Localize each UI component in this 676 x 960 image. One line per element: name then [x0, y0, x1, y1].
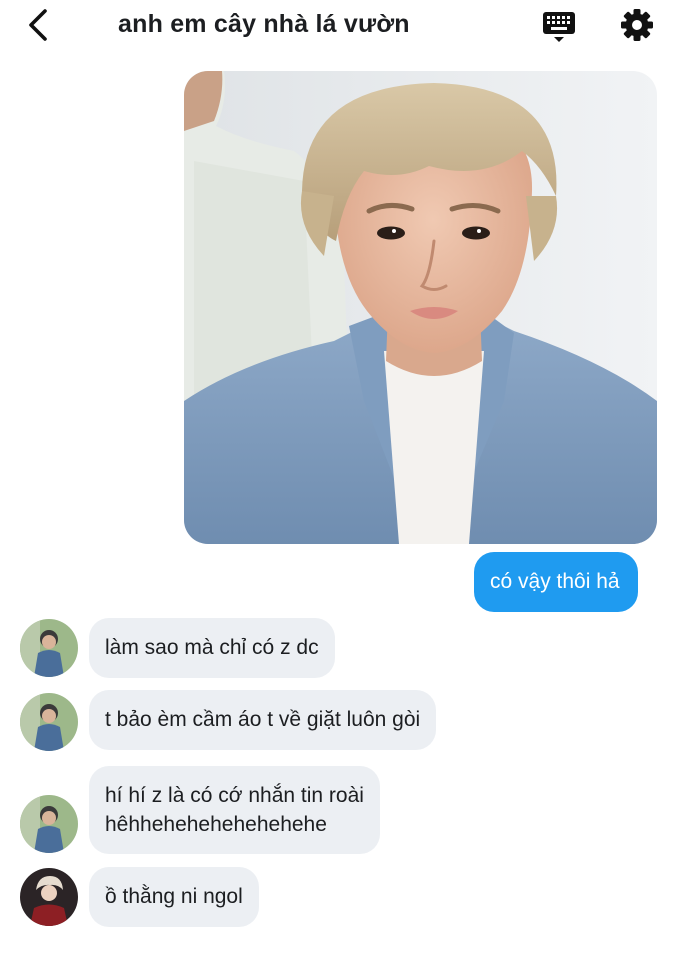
avatar-image: [20, 868, 78, 926]
avatar-image: [20, 795, 78, 853]
shared-photo[interactable]: [184, 71, 657, 544]
chat-title: anh em cây nhà lá vườn: [118, 10, 410, 38]
message-incoming[interactable]: làm sao mà chỉ có z dc: [89, 618, 335, 678]
message-line: hí hí z là có cớ nhắn tin roài: [105, 784, 364, 807]
chat-header: anh em cây nhà lá vườn: [0, 0, 676, 50]
message-outgoing[interactable]: có vậy thôi hả: [474, 552, 638, 612]
message-line: hêhhehehehehehehehe: [105, 813, 327, 836]
avatar[interactable]: [20, 619, 78, 677]
gear-icon: [621, 9, 653, 41]
chat-screen: anh em cây nhà lá vườn có vậy thôi hả là…: [0, 0, 676, 960]
avatar-image: [20, 693, 78, 751]
avatar-image: [20, 619, 78, 677]
avatar[interactable]: [20, 795, 78, 853]
avatar[interactable]: [20, 868, 78, 926]
portrait-image: [184, 71, 657, 544]
settings-button[interactable]: [618, 6, 656, 44]
avatar[interactable]: [20, 693, 78, 751]
chevron-left-icon: [29, 9, 47, 41]
keyboard-icon: [543, 12, 575, 42]
message-incoming[interactable]: t bảo èm cầm áo t về giặt luôn gòi: [89, 690, 437, 750]
back-button[interactable]: [22, 6, 54, 44]
message-incoming[interactable]: ồ thằng ni ngol: [89, 867, 259, 927]
keyboard-button[interactable]: [540, 8, 578, 46]
message-incoming[interactable]: hí hí z là có cớ nhắn tin roài hêhhehehe…: [89, 766, 380, 854]
